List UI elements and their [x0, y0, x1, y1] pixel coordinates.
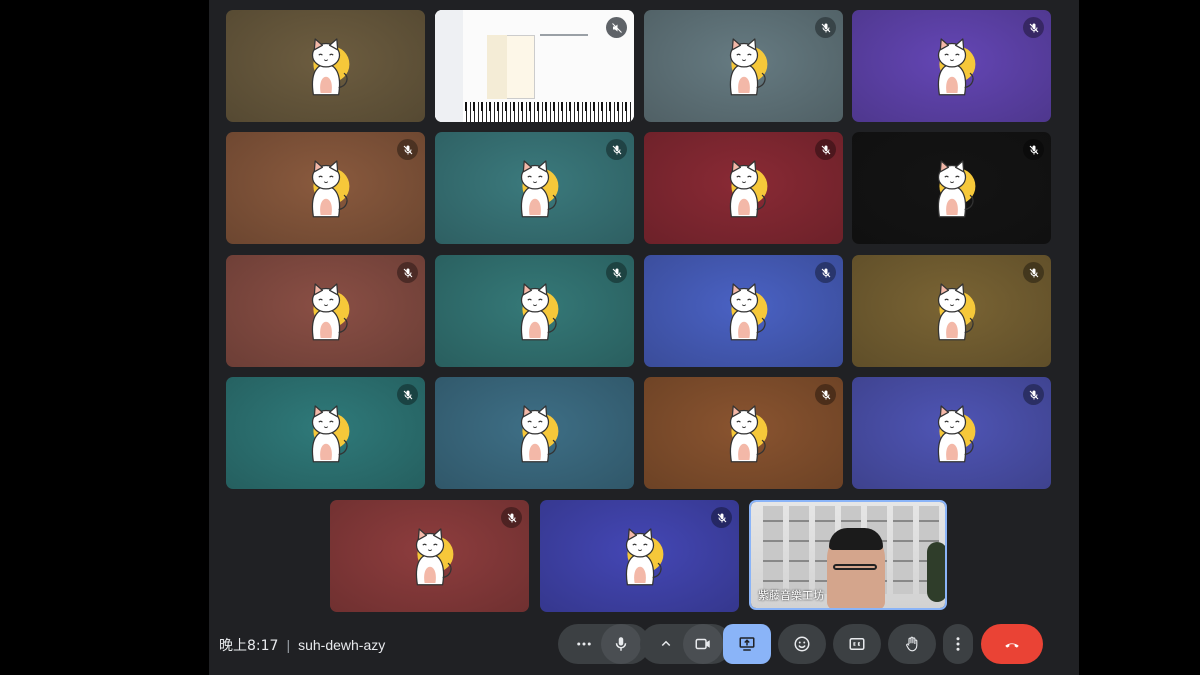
cat-avatar-icon — [520, 160, 558, 218]
captions-button[interactable] — [833, 624, 881, 664]
screen-share-tile[interactable] — [435, 10, 634, 122]
participant-tile[interactable] — [226, 377, 425, 489]
muted-indicator — [1023, 262, 1044, 283]
participant-tile[interactable] — [435, 132, 634, 244]
cat-avatar-icon — [937, 160, 975, 218]
mic-off-icon — [821, 268, 830, 277]
reactions-button[interactable] — [778, 624, 826, 664]
mic-off-icon — [1029, 268, 1038, 277]
cat-avatar-icon — [729, 283, 767, 341]
audio-off-indicator — [606, 17, 627, 38]
mic-off-icon — [612, 145, 621, 154]
muted-indicator — [1023, 384, 1044, 405]
muted-indicator — [815, 262, 836, 283]
muted-indicator — [501, 507, 522, 528]
muted-indicator — [815, 139, 836, 160]
cat-avatar-icon — [937, 283, 975, 341]
cat-avatar-icon — [937, 405, 975, 463]
mic-off-icon — [403, 145, 412, 154]
muted-indicator — [606, 262, 627, 283]
mic-icon — [615, 637, 627, 651]
muted-indicator — [815, 17, 836, 38]
mic-off-icon — [821, 23, 830, 32]
mic-off-icon — [1029, 145, 1038, 154]
more-vert-icon — [956, 637, 960, 651]
meeting-code[interactable]: suh-dewh-azy — [298, 637, 385, 653]
participant-tile[interactable] — [226, 132, 425, 244]
leave-call-button[interactable] — [981, 624, 1043, 664]
muted-indicator — [397, 262, 418, 283]
participant-tile[interactable] — [644, 10, 843, 122]
muted-indicator — [606, 139, 627, 160]
more-options-left-button[interactable] — [567, 624, 601, 664]
cat-avatar-icon — [729, 160, 767, 218]
participant-tile[interactable] — [644, 377, 843, 489]
participant-name-label: 紫藤音樂工坊 — [758, 589, 824, 602]
muted-indicator — [711, 507, 732, 528]
mic-off-icon — [821, 145, 830, 154]
volume-off-icon — [611, 22, 622, 33]
participant-tile[interactable] — [644, 132, 843, 244]
raise-hand-button[interactable] — [888, 624, 936, 664]
muted-indicator — [397, 139, 418, 160]
meeting-time: 晚上8:17 — [219, 638, 279, 654]
cat-avatar-icon — [311, 160, 349, 218]
muted-indicator — [397, 384, 418, 405]
present-button[interactable] — [723, 624, 771, 664]
more-options-button[interactable] — [943, 624, 973, 664]
participant-tile[interactable] — [435, 377, 634, 489]
participant-tile[interactable] — [644, 255, 843, 367]
cat-avatar-icon — [311, 38, 349, 96]
shared-screen-content — [435, 10, 634, 122]
participant-tile[interactable] — [330, 500, 529, 612]
muted-indicator — [815, 384, 836, 405]
meeting-info: 晚上8:17 | suh-dewh-azy — [219, 635, 385, 655]
mic-control-group — [558, 624, 650, 664]
hand-icon — [906, 636, 918, 652]
participant-tile[interactable] — [852, 132, 1051, 244]
mic-off-icon — [403, 390, 412, 399]
cat-avatar-icon — [520, 405, 558, 463]
participant-tile[interactable] — [540, 500, 739, 612]
camera-control-group — [640, 624, 732, 664]
cat-avatar-icon — [937, 38, 975, 96]
mic-off-icon — [403, 268, 412, 277]
mic-off-icon — [717, 513, 726, 522]
chevron-up-icon — [661, 640, 671, 647]
meeting-stage: 紫藤音樂工坊 晚上8:17 | suh-dewh-azy — [209, 0, 1079, 675]
cat-avatar-icon — [520, 283, 558, 341]
cat-avatar-icon — [311, 283, 349, 341]
captions-icon — [849, 638, 865, 650]
participant-tile[interactable] — [852, 377, 1051, 489]
mic-off-icon — [1029, 23, 1038, 32]
cat-avatar-icon — [415, 528, 453, 586]
mic-off-icon — [612, 268, 621, 277]
cat-avatar-icon — [311, 405, 349, 463]
microphone-button[interactable] — [601, 624, 641, 664]
mic-off-icon — [507, 513, 516, 522]
emoji-icon — [794, 636, 810, 652]
cat-avatar-icon — [729, 405, 767, 463]
camera-options-button[interactable] — [649, 624, 683, 664]
bottom-control-bar: 晚上8:17 | suh-dewh-azy — [209, 618, 1079, 675]
cat-avatar-icon — [729, 38, 767, 96]
more-horiz-icon — [577, 642, 591, 646]
camera-button[interactable] — [683, 624, 723, 664]
participant-tile[interactable] — [852, 255, 1051, 367]
muted-indicator — [1023, 17, 1044, 38]
participant-tile[interactable] — [226, 255, 425, 367]
muted-indicator — [1023, 139, 1044, 160]
present-screen-icon — [739, 637, 755, 651]
videocam-icon — [695, 638, 710, 650]
participant-tile[interactable] — [852, 10, 1051, 122]
meeting-info-separator: | — [286, 637, 291, 653]
participant-tile[interactable] — [226, 10, 425, 122]
mic-off-icon — [821, 390, 830, 399]
mic-off-icon — [1029, 390, 1038, 399]
participant-tile[interactable] — [435, 255, 634, 367]
call-end-icon — [1005, 643, 1019, 648]
cat-avatar-icon — [625, 528, 663, 586]
self-video-tile[interactable]: 紫藤音樂工坊 — [749, 500, 947, 610]
